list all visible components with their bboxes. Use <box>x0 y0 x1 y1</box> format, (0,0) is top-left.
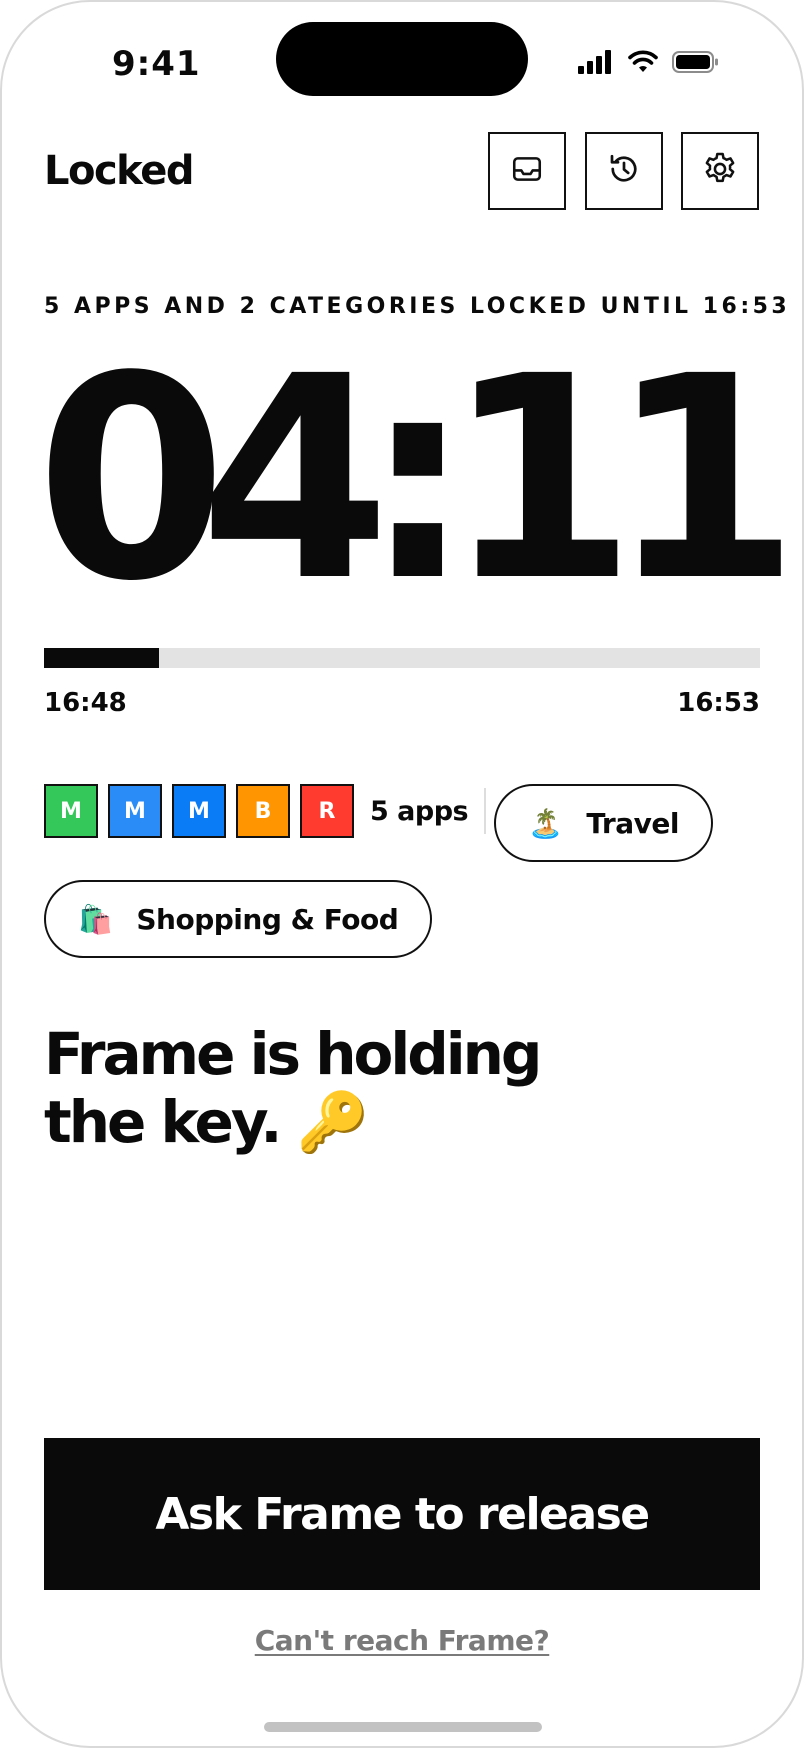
lock-summary: 5 APPS AND 2 CATEGORIES LOCKED UNTIL 16:… <box>44 294 791 319</box>
app-tile: M <box>172 784 226 838</box>
battery-icon <box>672 50 720 74</box>
category-label: Travel <box>586 806 679 840</box>
status-icons <box>578 50 720 74</box>
cant-reach-link[interactable]: Can't reach Frame? <box>0 1624 804 1657</box>
inbox-icon <box>510 152 544 190</box>
inbox-button[interactable] <box>488 132 566 210</box>
gear-icon <box>701 150 739 192</box>
app-tile: M <box>44 784 98 838</box>
settings-button[interactable] <box>681 132 759 210</box>
history-icon <box>606 151 642 191</box>
ask-release-button[interactable]: Ask Frame to release <box>44 1438 760 1590</box>
category-chip-shopping-food[interactable]: 🛍️ Shopping & Food <box>44 880 433 958</box>
dynamic-island <box>276 22 528 96</box>
lock-start-time: 16:48 <box>44 688 127 718</box>
message-line-1: Frame is holding <box>44 1020 542 1088</box>
lock-end-time: 16:53 <box>677 688 760 718</box>
home-indicator[interactable] <box>264 1722 542 1732</box>
shopping-bags-icon: 🛍️ <box>78 902 113 936</box>
key-icon: 🔑 <box>296 1088 369 1156</box>
phone-screen: 9:41 Locked 5 APPS AND 2 CATEGORIES LOCK… <box>0 0 804 1748</box>
locked-apps-row: M M M B R 5 apps <box>44 784 502 838</box>
status-time: 9:41 <box>112 44 201 84</box>
lock-progress-bar <box>44 648 760 668</box>
app-tile: M <box>108 784 162 838</box>
island-icon: 🏝️ <box>528 806 563 840</box>
lock-progress-fill <box>44 648 159 668</box>
message-line-2: the key. 🔑 <box>44 1088 369 1156</box>
wifi-icon <box>628 50 658 74</box>
countdown-timer: 04:11 <box>36 317 800 643</box>
divider <box>484 788 487 834</box>
apps-count: 5 apps <box>370 795 469 827</box>
category-chip-travel[interactable]: 🏝️ Travel <box>494 784 713 862</box>
app-tile: B <box>236 784 290 838</box>
key-holder-message: Frame is holding the key. 🔑 <box>44 1020 664 1156</box>
cellular-signal-icon <box>578 50 614 74</box>
app-tile: R <box>300 784 354 838</box>
page-title: Locked <box>44 148 194 194</box>
history-button[interactable] <box>585 132 663 210</box>
category-label: Shopping & Food <box>136 902 399 936</box>
